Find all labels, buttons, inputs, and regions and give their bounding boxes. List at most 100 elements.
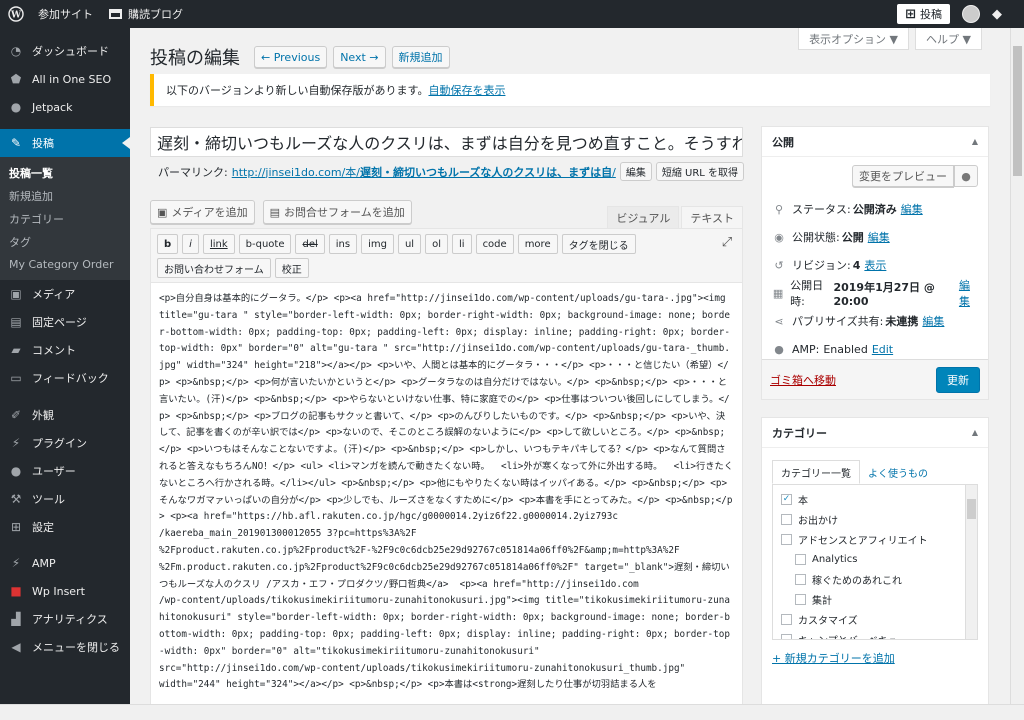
horizontal-scrollbar[interactable] [0, 704, 1024, 720]
edit-slug-button[interactable]: 編集 [619, 162, 652, 181]
category-item[interactable]: カスタマイズ [781, 609, 969, 629]
add-media-button[interactable]: ▣ メディアを追加 [150, 200, 255, 224]
sidebar-item-users[interactable]: ● ユーザー [0, 457, 130, 485]
previous-post-button[interactable]: ← Previous [254, 46, 328, 68]
avatar[interactable] [962, 5, 980, 23]
permalink-link[interactable]: http://jinsei1do.com/本/遅刻・締切いつもルーズな人のクスリ… [232, 164, 616, 180]
category-item[interactable]: 集計 [781, 589, 969, 609]
category-checkbox[interactable] [781, 533, 792, 545]
edit-amp-link[interactable]: Edit [872, 343, 893, 356]
category-checkbox[interactable] [781, 633, 792, 639]
sidebar-item-aioseo[interactable]: ⬟ All in One SEO [0, 65, 130, 93]
view-autosave-link[interactable]: 自動保存を表示 [428, 82, 505, 98]
category-item[interactable]: 稼ぐためのあれこれ [781, 569, 969, 589]
quicktag-button[interactable]: ol [425, 234, 448, 254]
submenu-all-posts[interactable]: 投稿一覧 [0, 161, 130, 184]
edit-status-link[interactable]: 編集 [901, 201, 923, 217]
next-post-button[interactable]: Next → [333, 46, 386, 68]
post-title-input[interactable]: 遅刻・締切いつもルーズな人のクスリは、まずは自分を見つめ直すこと。そうすれ [150, 127, 743, 157]
sidebar-item-media[interactable]: ▣ メディア [0, 280, 130, 308]
preview-options-icon[interactable]: ● [954, 165, 978, 187]
sidebar-item-collapse[interactable]: ◀ メニューを閉じる [0, 633, 130, 661]
view-revisions-link[interactable]: 表示 [864, 257, 886, 273]
sidebar-item-label: 設定 [32, 521, 54, 534]
sidebar-item-analytics[interactable]: ▟ アナリティクス [0, 605, 130, 633]
category-item[interactable]: アドセンスとアフィリエイト [781, 529, 969, 549]
quicktag-button[interactable]: img [361, 234, 394, 254]
my-sites-link[interactable]: 参加サイト [30, 0, 101, 28]
new-post-button[interactable]: ⊞ 投稿 [897, 4, 950, 24]
quicktag-button[interactable]: code [475, 234, 514, 254]
sidebar-item-pages[interactable]: ▤ 固定ページ [0, 308, 130, 336]
sidebar-item-dashboard[interactable]: ◔ ダッシュボード [0, 37, 130, 65]
fullscreen-icon[interactable]: ⤢ [720, 236, 734, 250]
wordpress-logo-icon[interactable]: W [0, 0, 30, 28]
sidebar-item-settings[interactable]: ⊞ 設定 [0, 513, 130, 541]
quicktag-button[interactable]: ins [328, 234, 358, 254]
quicktag-button[interactable]: お問い合わせフォーム [157, 258, 271, 278]
screen-options-button[interactable]: 表示オプション ▼ [798, 28, 910, 50]
quicktag-button[interactable]: 校正 [274, 258, 309, 278]
submenu-tags[interactable]: タグ [0, 230, 130, 253]
scrollbar-thumb[interactable] [967, 499, 976, 519]
add-contact-form-button[interactable]: ▤ お問合せフォームを追加 [262, 200, 412, 224]
content-textarea[interactable]: <p>自分自身は基本的にグータラ。</p> <p><a href="http:/… [150, 282, 743, 720]
category-checkbox[interactable]: ✓ [781, 493, 792, 505]
category-checkbox[interactable] [781, 613, 792, 625]
page-scrollbar[interactable] [1010, 28, 1024, 720]
tab-all-categories[interactable]: カテゴリー一覧 [772, 460, 860, 484]
quicktag-button[interactable]: del [295, 234, 325, 254]
amp-value: Enabled [823, 342, 868, 356]
sidebar-item-wp-insert[interactable]: ■ Wp Insert [0, 577, 130, 605]
quicktag-button[interactable]: i [182, 234, 199, 254]
collapse-arrow-icon[interactable]: ▲ [972, 137, 978, 146]
submenu-add-new[interactable]: 新規追加 [0, 184, 130, 207]
quicktag-button[interactable]: タグを閉じる [561, 234, 636, 254]
sidebar-item-appearance[interactable]: ✐ 外観 [0, 401, 130, 429]
collapse-arrow-icon[interactable]: ▲ [972, 428, 978, 437]
category-item[interactable]: キャンプとバーベキュー [781, 629, 969, 639]
reader-link[interactable]: 購読ブログ [101, 0, 191, 28]
sidebar-item-posts[interactable]: ✎ 投稿 [0, 129, 130, 157]
submenu-categories[interactable]: カテゴリー [0, 207, 130, 230]
quicktag-button[interactable]: ul [397, 234, 422, 254]
sidebar-item-comments[interactable]: ▰ コメント [0, 336, 130, 364]
get-shortlink-button[interactable]: 短縮 URL を取得 [655, 162, 745, 181]
categories-box-header[interactable]: カテゴリー ▲ [762, 418, 988, 448]
tab-visual[interactable]: ビジュアル [607, 206, 680, 230]
edit-date-link[interactable]: 編集 [959, 277, 978, 309]
tab-text[interactable]: テキスト [681, 206, 743, 230]
quicktag-button[interactable]: li [452, 234, 472, 254]
edit-publicize-link[interactable]: 編集 [922, 313, 944, 329]
quicktag-button[interactable]: b [157, 234, 179, 254]
category-scrollbar[interactable] [965, 485, 977, 639]
category-checkbox[interactable] [781, 513, 792, 525]
publish-box-header[interactable]: 公開 ▲ [762, 127, 988, 157]
submenu-category-order[interactable]: My Category Order [0, 253, 130, 276]
category-checkbox[interactable] [795, 573, 806, 585]
notifications-icon[interactable]: ◆ [992, 7, 1002, 22]
sidebar-item-label: プラグイン [32, 437, 87, 450]
quicktag-button[interactable]: link [202, 234, 235, 254]
update-button[interactable]: 更新 [936, 366, 980, 393]
edit-visibility-link[interactable]: 編集 [868, 229, 890, 245]
category-item[interactable]: お出かけ [781, 509, 969, 529]
sidebar-item-plugins[interactable]: ⚡ プラグイン [0, 429, 130, 457]
category-item[interactable]: Analytics [781, 549, 969, 569]
move-to-trash-link[interactable]: ゴミ箱へ移動 [770, 372, 836, 388]
sidebar-item-amp[interactable]: ⚡ AMP [0, 549, 130, 577]
category-checkbox[interactable] [795, 553, 806, 565]
add-new-category-link[interactable]: + 新規カテゴリーを追加 [772, 650, 978, 666]
preview-changes-button[interactable]: 変更をプレビュー [852, 165, 954, 187]
sidebar-item-jetpack[interactable]: ● Jetpack [0, 93, 130, 121]
quicktag-button[interactable]: more [517, 234, 558, 254]
add-new-post-button[interactable]: 新規追加 [391, 46, 450, 68]
tab-popular-categories[interactable]: よく使うもの [860, 460, 936, 484]
quicktag-button[interactable]: b-quote [238, 234, 292, 254]
sidebar-item-tools[interactable]: ⚒ ツール [0, 485, 130, 513]
page-scrollbar-thumb[interactable] [1013, 46, 1022, 176]
category-checkbox[interactable] [795, 593, 806, 605]
category-item[interactable]: ✓ 本 [781, 489, 969, 509]
sidebar-item-feedback[interactable]: ▭ フィードバック [0, 364, 130, 392]
help-button[interactable]: ヘルプ ▼ [915, 28, 982, 50]
